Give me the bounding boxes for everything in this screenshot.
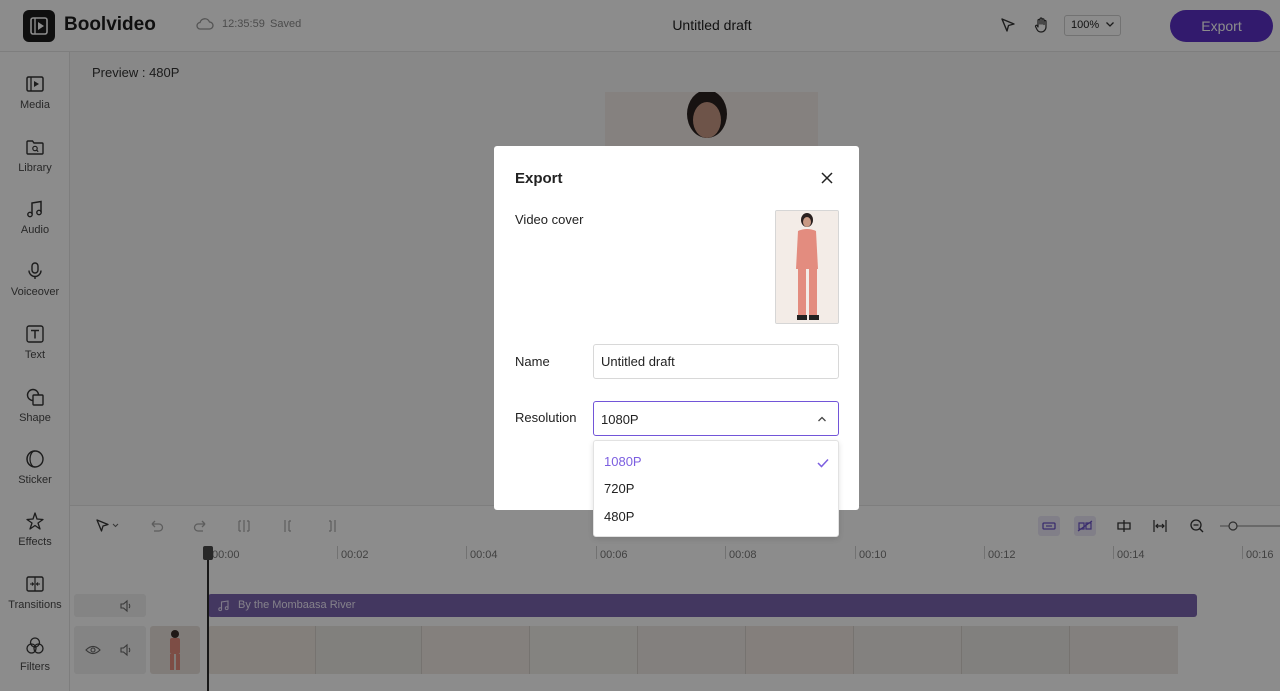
name-label: Name	[515, 354, 550, 369]
close-icon[interactable]	[819, 170, 835, 186]
video-cover-label: Video cover	[515, 212, 584, 227]
resolution-option-480p[interactable]: 480P	[604, 509, 634, 524]
chevron-up-icon	[816, 413, 828, 428]
video-cover-thumbnail[interactable]	[775, 210, 839, 324]
resolution-value: 1080P	[601, 412, 639, 427]
resolution-dropdown: 1080P 720P 480P	[593, 440, 839, 537]
resolution-select[interactable]: 1080P	[593, 401, 839, 436]
resolution-option-1080p[interactable]: 1080P	[604, 454, 642, 469]
resolution-option-720p[interactable]: 720P	[604, 481, 634, 496]
name-input[interactable]	[593, 344, 839, 379]
check-icon	[816, 456, 830, 474]
dialog-title: Export	[515, 170, 563, 187]
resolution-label: Resolution	[515, 410, 577, 425]
